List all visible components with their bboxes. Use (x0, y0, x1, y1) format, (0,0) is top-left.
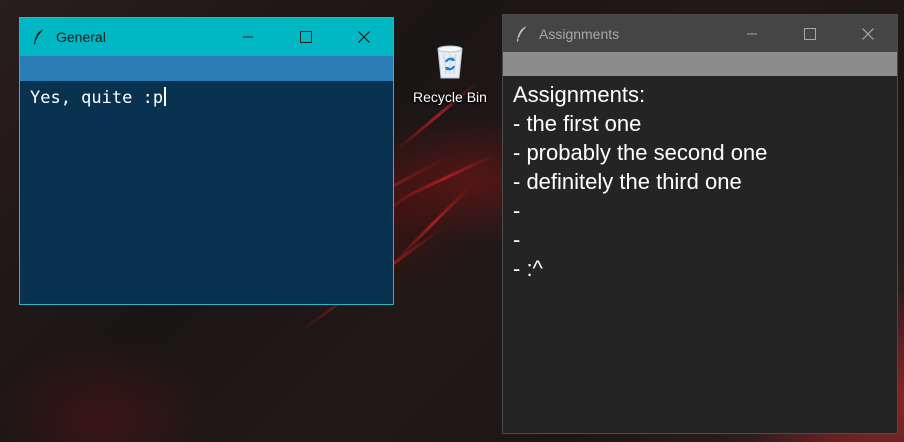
window-controls (219, 18, 393, 56)
close-button[interactable] (335, 18, 393, 56)
assignments-menu-strip (503, 52, 897, 76)
desktop: General Yes, quite :p Recycle Bin Assign… (0, 0, 904, 442)
minimize-button[interactable] (219, 18, 277, 56)
text-caret (164, 87, 167, 106)
assignment-line: - probably the second one (513, 140, 768, 165)
assignment-line: - the first one (513, 111, 642, 136)
assignments-text-area[interactable]: Assignments: - the first one - probably … (503, 76, 897, 287)
assignment-line: - definitely the third one (513, 169, 742, 194)
general-window[interactable]: General Yes, quite :p (19, 17, 394, 305)
recycle-bin-shortcut[interactable]: Recycle Bin (406, 42, 494, 105)
recycle-bin-label: Recycle Bin (413, 89, 487, 105)
assignment-line: - (513, 227, 521, 252)
maximize-button[interactable] (277, 18, 335, 56)
close-button[interactable] (839, 15, 897, 52)
recycle-bin-icon (437, 45, 463, 79)
assignment-line: - :^ (513, 256, 543, 281)
window-title: Assignments (539, 25, 620, 42)
close-icon (358, 31, 370, 43)
window-controls (723, 15, 897, 52)
general-titlebar[interactable]: General (20, 18, 393, 56)
general-menu-strip (20, 56, 393, 81)
maximize-icon (804, 27, 816, 40)
assignments-titlebar[interactable]: Assignments (503, 15, 897, 52)
close-icon (862, 27, 874, 40)
feather-icon (34, 28, 45, 45)
maximize-button[interactable] (781, 15, 839, 52)
minimize-icon (243, 36, 253, 38)
assignment-line: - (513, 198, 521, 223)
assignment-line: Assignments: (513, 82, 646, 107)
feather-icon (517, 25, 528, 42)
maximize-icon (300, 31, 312, 43)
window-title: General (56, 29, 106, 45)
minimize-button[interactable] (723, 15, 781, 52)
general-text-area[interactable]: Yes, quite :p (20, 81, 393, 114)
general-text-content: Yes, quite :p (30, 88, 164, 108)
assignments-window[interactable]: Assignments Assignments: - the first one… (502, 14, 898, 434)
minimize-icon (747, 33, 757, 34)
